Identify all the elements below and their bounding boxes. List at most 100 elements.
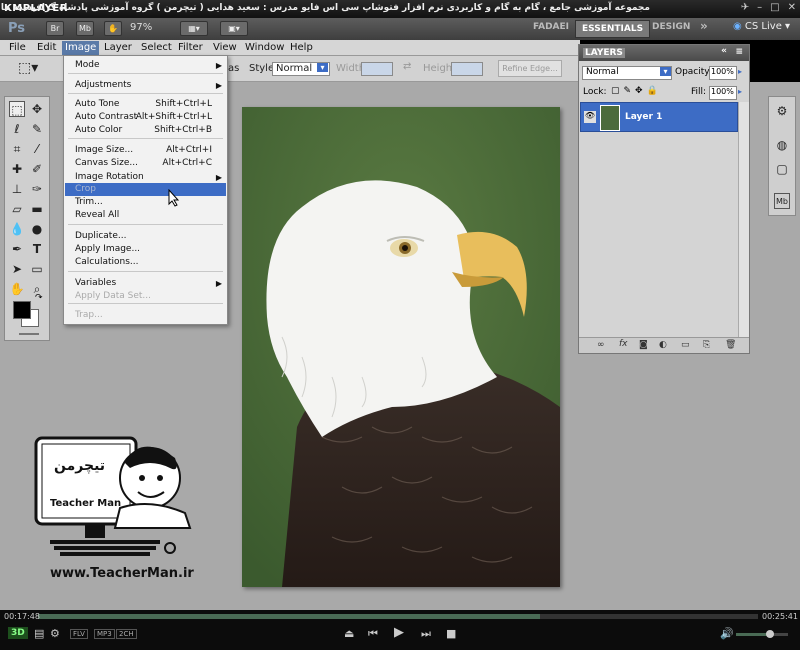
settings-gear-icon[interactable]: ⚙ — [50, 627, 60, 640]
menu-item-auto-contrast[interactable]: Auto Contrast Alt+Shift+Ctrl+L — [65, 111, 226, 124]
quick-selection-icon[interactable]: ✎ — [29, 121, 45, 137]
new-layer-icon[interactable]: ⎘ — [703, 340, 710, 350]
minimize-button[interactable]: – — [757, 2, 762, 13]
lock-icons[interactable]: ▢✎✥🔒 — [611, 86, 662, 96]
marquee-preset-icon[interactable]: ⬚▾ — [18, 60, 38, 76]
opacity-arrow-icon[interactable]: ▸ — [738, 67, 742, 76]
layers-tab[interactable]: LAYERS — [583, 48, 625, 58]
fill-input[interactable]: 100% — [709, 86, 737, 100]
menu-file[interactable]: File — [6, 41, 29, 55]
menu-help[interactable]: Help — [287, 41, 316, 55]
visibility-eye-icon[interactable]: 👁 — [584, 111, 596, 123]
screen-mode-button[interactable]: ▣▾ — [220, 21, 248, 36]
pin-icon[interactable]: ✈ — [741, 2, 749, 13]
menu-layer[interactable]: Layer — [101, 41, 135, 55]
hand-icon[interactable]: ✋ — [9, 281, 25, 297]
eyedropper-icon[interactable]: ⁄ — [29, 141, 45, 157]
previous-icon[interactable]: ⏮ — [368, 627, 378, 641]
brush-icon[interactable]: ✐ — [29, 161, 45, 177]
link-layers-icon[interactable]: ∞ — [597, 340, 605, 350]
collapse-panel-icon[interactable]: « — [721, 46, 727, 56]
maximize-button[interactable]: □ — [770, 2, 779, 13]
move-tool-icon[interactable]: ✥ — [29, 101, 45, 117]
menu-item-duplicate[interactable]: Duplicate... — [65, 230, 226, 243]
menu-item-calculations[interactable]: Calculations... — [65, 256, 226, 269]
blend-mode-select[interactable]: Normal ▾ — [582, 66, 672, 80]
bridge-button[interactable]: Br — [46, 21, 64, 36]
cs-live-button[interactable]: ◉ CS Live ▾ — [733, 21, 790, 32]
layers-scrollbar[interactable] — [738, 102, 749, 337]
menu-edit[interactable]: Edit — [34, 41, 59, 55]
refine-edge-button[interactable]: Refine Edge... — [498, 60, 562, 77]
menu-shortcut: Shift+Ctrl+B — [154, 125, 212, 135]
arrange-documents-button[interactable]: ▦▾ — [180, 21, 208, 36]
swap-icon[interactable]: ⇄ — [403, 61, 411, 72]
menu-item-canvas-size[interactable]: Canvas Size... Alt+Ctrl+C — [65, 157, 226, 170]
workspace-fadaei[interactable]: FADAEI — [533, 22, 569, 32]
layer-row-layer-1[interactable]: 👁 Layer 1 — [580, 102, 738, 132]
menu-view[interactable]: View — [210, 41, 240, 55]
layer-name[interactable]: Layer 1 — [625, 112, 662, 122]
workspace-design[interactable]: DESIGN — [652, 22, 690, 32]
new-group-icon[interactable]: ▭ — [681, 340, 690, 350]
menu-image[interactable]: Image — [62, 41, 100, 55]
opacity-input[interactable]: 100% — [709, 66, 737, 80]
hand-tool-button[interactable]: ✋ — [104, 21, 122, 36]
history-brush-icon[interactable]: ✑ — [29, 181, 45, 197]
fill-arrow-icon[interactable]: ▸ — [738, 87, 742, 96]
volume-knob[interactable] — [766, 630, 774, 638]
styles-panel-icon[interactable]: ▢ — [774, 161, 790, 177]
adjustments-panel-icon[interactable]: ⚙ — [774, 103, 790, 119]
workspace-essentials[interactable]: ESSENTIALS — [575, 20, 651, 38]
menu-item-variables[interactable]: Variables ▶ — [65, 277, 226, 290]
menu-item-trim[interactable]: Trim... — [65, 196, 226, 209]
width-input[interactable] — [361, 62, 393, 76]
shape-tool-icon[interactable]: ▭ — [29, 261, 45, 277]
style-select[interactable]: Normal ▾ — [272, 62, 330, 76]
eraser-icon[interactable]: ▱ — [9, 201, 25, 217]
more-workspaces-icon[interactable]: » — [700, 19, 708, 33]
dodge-icon[interactable]: ● — [29, 221, 45, 237]
menu-item-image-size[interactable]: Image Size... Alt+Ctrl+I — [65, 144, 226, 157]
lasso-icon[interactable]: ℓ — [9, 121, 25, 137]
blur-icon[interactable]: 💧 — [9, 221, 25, 237]
menu-item-auto-color[interactable]: Auto Color Shift+Ctrl+B — [65, 124, 226, 137]
menu-window[interactable]: Window — [242, 41, 287, 55]
panel-menu-icon[interactable]: ≡ — [735, 47, 743, 57]
type-tool-icon[interactable]: T — [29, 241, 45, 257]
3d-button[interactable]: 3D — [8, 627, 28, 639]
masks-panel-icon[interactable]: ◍ — [774, 137, 790, 153]
menu-filter[interactable]: Filter — [175, 41, 206, 55]
mini-bridge-button[interactable]: Mb — [76, 21, 94, 36]
menu-item-apply-image[interactable]: Apply Image... — [65, 243, 226, 256]
next-icon[interactable]: ⏭ — [421, 627, 431, 641]
height-input[interactable] — [451, 62, 483, 76]
path-selection-icon[interactable]: ➤ — [9, 261, 25, 277]
playlist-icon[interactable]: ▤ — [34, 627, 44, 640]
add-mask-icon[interactable]: ◙ — [639, 340, 648, 350]
clone-stamp-icon[interactable]: ⊥ — [9, 181, 25, 197]
adjustment-layer-icon[interactable]: ◐ — [659, 340, 667, 350]
gradient-icon[interactable]: ▬ — [29, 201, 45, 217]
menu-item-auto-tone[interactable]: Auto Tone Shift+Ctrl+L — [65, 98, 226, 111]
layer-style-icon[interactable]: fx — [619, 339, 628, 349]
pen-icon[interactable]: ✒ — [9, 241, 25, 257]
foreground-color-swatch[interactable] — [13, 301, 31, 319]
menu-item-mode[interactable]: Mode ▶ — [65, 59, 226, 72]
healing-brush-icon[interactable]: ✚ — [9, 161, 25, 177]
crop-icon[interactable]: ⌗ — [9, 141, 25, 157]
volume-icon[interactable]: 🔊 — [720, 627, 734, 640]
swap-colors-icon[interactable]: ↷ — [35, 293, 43, 303]
menu-select[interactable]: Select — [138, 41, 175, 55]
document-canvas[interactable] — [242, 107, 560, 587]
play-icon[interactable]: ▶ — [394, 625, 404, 640]
menu-item-reveal-all[interactable]: Reveal All — [65, 209, 226, 222]
stop-icon[interactable]: ■ — [446, 627, 456, 640]
eject-icon[interactable]: ⏏ — [344, 627, 354, 640]
rectangular-marquee-icon[interactable]: ⬚ — [9, 101, 25, 117]
delete-layer-icon[interactable]: 🗑 — [725, 340, 736, 350]
zoom-level[interactable]: 97% — [130, 22, 152, 33]
close-button[interactable]: ✕ — [788, 2, 796, 13]
menu-item-adjustments[interactable]: Adjustments ▶ — [65, 79, 226, 92]
mini-bridge-panel-icon[interactable]: Mb — [774, 193, 790, 209]
